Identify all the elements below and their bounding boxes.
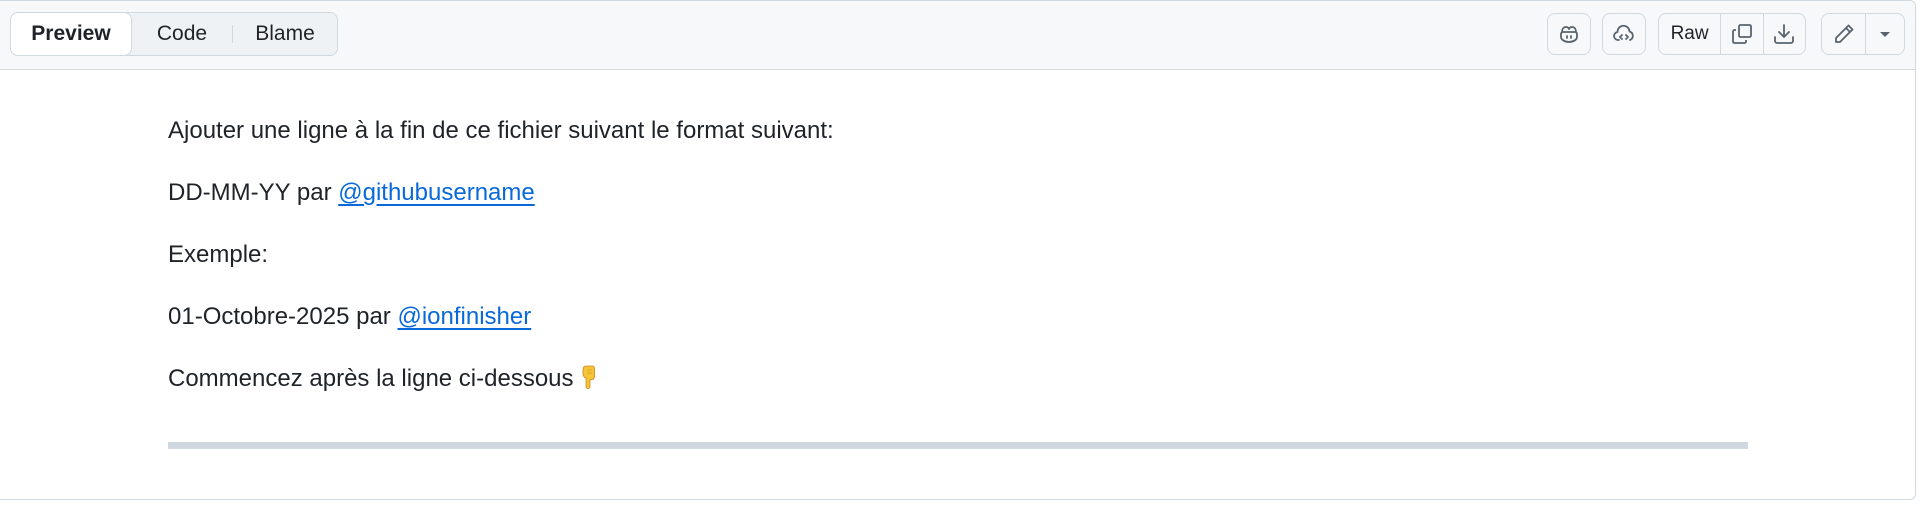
tab-blame-label: Blame <box>255 22 315 45</box>
pointing-down-hand-icon <box>582 365 596 389</box>
copy-icon <box>1731 24 1752 44</box>
example-text: 01-Octobre-2025 par <box>168 303 398 330</box>
codespaces-button[interactable] <box>1602 13 1646 55</box>
copilot-button[interactable] <box>1547 13 1591 55</box>
tab-code[interactable]: Code <box>132 13 232 55</box>
paragraph-example-label: Exemple: <box>168 240 1915 270</box>
cloud-code-icon <box>1613 24 1634 41</box>
paragraph-start: Commencez après la ligne ci-dessous <box>168 364 1915 394</box>
pencil-icon <box>1834 24 1854 43</box>
paragraph-format: DD-MM-YY par @githubusername <box>168 178 1915 208</box>
paragraph-example: 01-Octobre-2025 par @ionfinisher <box>168 302 1915 332</box>
edit-button[interactable] <box>1822 14 1865 54</box>
copy-raw-button[interactable] <box>1720 14 1762 54</box>
markdown-body: Ajouter une ligne à la fin de ce fichier… <box>0 70 1915 394</box>
raw-copy-download-group: Raw <box>1658 13 1806 55</box>
file-header: Preview Code Blame Raw <box>0 1 1915 70</box>
example-label: Exemple: <box>168 241 269 268</box>
horizontal-rule <box>168 442 1748 449</box>
tab-preview[interactable]: Preview <box>10 12 132 56</box>
download-button[interactable] <box>1762 14 1805 54</box>
tab-code-label: Code <box>156 22 208 45</box>
format-text: DD-MM-YY par <box>168 179 339 206</box>
instruction-text: Ajouter une ligne à la fin de ce fichier… <box>168 117 834 144</box>
tab-blame[interactable]: Blame <box>233 13 337 55</box>
raw-button[interactable]: Raw <box>1659 14 1720 54</box>
triangle-down-icon <box>1880 32 1891 37</box>
download-icon <box>1774 24 1795 44</box>
view-mode-switcher: Preview Code Blame <box>10 12 338 56</box>
ionfinisher-link[interactable]: @ionfinisher <box>397 303 531 330</box>
start-text: Commencez après la ligne ci-dessous <box>168 365 574 392</box>
copilot-icon <box>1560 26 1578 43</box>
raw-label: Raw <box>1670 23 1709 44</box>
file-viewer: Preview Code Blame Raw Ajouter une ligne… <box>0 0 1916 500</box>
edit-group <box>1821 13 1905 55</box>
paragraph-instruction: Ajouter une ligne à la fin de ce fichier… <box>168 116 1915 146</box>
githubusername-link[interactable]: @githubusername <box>338 179 534 206</box>
edit-dropdown-button[interactable] <box>1865 14 1904 54</box>
tab-preview-label: Preview <box>31 22 111 45</box>
